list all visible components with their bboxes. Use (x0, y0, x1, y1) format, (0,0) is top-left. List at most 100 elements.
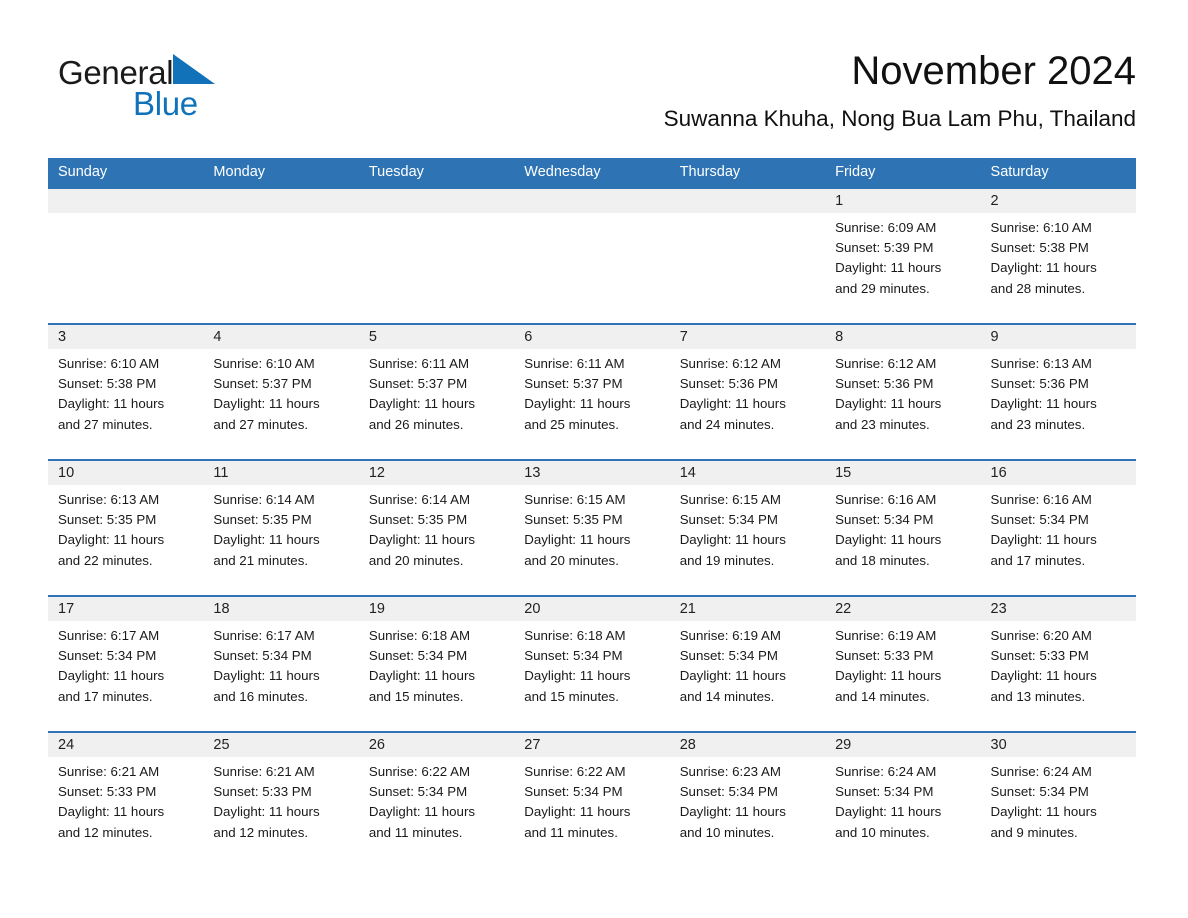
day-number[interactable]: 1 (825, 189, 980, 213)
day-number[interactable]: 30 (981, 733, 1136, 757)
sunset-text: Sunset: 5:34 PM (679, 648, 778, 664)
day-number[interactable]: 25 (203, 733, 358, 757)
day-number[interactable]: 22 (825, 597, 980, 621)
day-cell[interactable] (359, 213, 514, 323)
day-number[interactable]: 9 (981, 325, 1136, 349)
daylight-text-line2: and 20 minutes. (368, 552, 464, 568)
day-number[interactable]: 17 (48, 597, 203, 621)
day-cell[interactable]: Sunrise: 6:24 AM Sunset: 5:34 PM Dayligh… (981, 757, 1136, 867)
sunrise-text: Sunrise: 6:12 AM (679, 356, 781, 371)
day-cell[interactable]: Sunrise: 6:20 AM Sunset: 5:33 PM Dayligh… (981, 621, 1136, 731)
generalblue-logo[interactable]: General Blue (58, 52, 318, 132)
day-number[interactable]: 23 (981, 597, 1136, 621)
day-number[interactable] (514, 189, 669, 213)
sunset-text: Sunset: 5:34 PM (679, 784, 778, 800)
day-cell[interactable]: Sunrise: 6:21 AM Sunset: 5:33 PM Dayligh… (48, 757, 203, 867)
sunset-text: Sunset: 5:34 PM (524, 784, 623, 800)
day-number[interactable]: 2 (981, 189, 1136, 213)
day-cell[interactable]: Sunrise: 6:09 AM Sunset: 5:39 PM Dayligh… (825, 213, 980, 323)
day-number[interactable]: 16 (981, 461, 1136, 485)
day-number[interactable]: 7 (670, 325, 825, 349)
day-number[interactable]: 5 (359, 325, 514, 349)
day-cell[interactable]: Sunrise: 6:18 AM Sunset: 5:34 PM Dayligh… (359, 621, 514, 731)
day-cell[interactable]: Sunrise: 6:19 AM Sunset: 5:34 PM Dayligh… (670, 621, 825, 731)
day-cell[interactable]: Sunrise: 6:14 AM Sunset: 5:35 PM Dayligh… (203, 485, 358, 595)
sunset-text: Sunset: 5:35 PM (368, 512, 468, 528)
day-cell[interactable]: Sunrise: 6:12 AM Sunset: 5:36 PM Dayligh… (825, 349, 980, 459)
week-date-band: 17 18 19 20 21 22 23 (48, 597, 1136, 621)
sunset-text: Sunset: 5:34 PM (58, 648, 157, 664)
sunset-text: Sunset: 5:39 PM (835, 240, 934, 256)
daylight-text-line1: Daylight: 11 hours (990, 260, 1097, 276)
day-cell[interactable] (203, 213, 358, 323)
day-number[interactable]: 14 (670, 461, 825, 485)
sunset-text: Sunset: 5:37 PM (368, 376, 468, 392)
day-cell[interactable]: Sunrise: 6:16 AM Sunset: 5:34 PM Dayligh… (825, 485, 980, 595)
sunrise-text: Sunrise: 6:23 AM (679, 764, 781, 779)
day-number[interactable]: 28 (670, 733, 825, 757)
day-number[interactable]: 15 (825, 461, 980, 485)
daylight-text-line2: and 13 minutes. (990, 688, 1086, 704)
day-cell[interactable]: Sunrise: 6:17 AM Sunset: 5:34 PM Dayligh… (203, 621, 358, 731)
day-number[interactable]: 29 (825, 733, 980, 757)
daylight-text-line1: Daylight: 11 hours (990, 668, 1097, 684)
weekday-header-friday: Friday (835, 164, 876, 180)
day-number[interactable]: 19 (359, 597, 514, 621)
day-number[interactable]: 27 (514, 733, 669, 757)
day-cell[interactable]: Sunrise: 6:12 AM Sunset: 5:36 PM Dayligh… (670, 349, 825, 459)
day-cell[interactable]: Sunrise: 6:10 AM Sunset: 5:38 PM Dayligh… (48, 349, 203, 459)
day-cell[interactable]: Sunrise: 6:15 AM Sunset: 5:34 PM Dayligh… (670, 485, 825, 595)
day-number[interactable]: 10 (48, 461, 203, 485)
day-cell[interactable]: Sunrise: 6:11 AM Sunset: 5:37 PM Dayligh… (514, 349, 669, 459)
day-cell[interactable]: Sunrise: 6:16 AM Sunset: 5:34 PM Dayligh… (981, 485, 1136, 595)
sunset-text: Sunset: 5:34 PM (835, 784, 934, 800)
day-number[interactable]: 11 (203, 461, 358, 485)
day-cell[interactable]: Sunrise: 6:10 AM Sunset: 5:37 PM Dayligh… (203, 349, 358, 459)
day-number[interactable] (670, 189, 825, 213)
sunset-text: Sunset: 5:34 PM (368, 648, 468, 664)
day-cell[interactable]: Sunrise: 6:15 AM Sunset: 5:35 PM Dayligh… (514, 485, 669, 595)
day-cell[interactable]: Sunrise: 6:23 AM Sunset: 5:34 PM Dayligh… (670, 757, 825, 867)
daylight-text-line1: Daylight: 11 hours (990, 804, 1097, 820)
day-cell[interactable]: Sunrise: 6:19 AM Sunset: 5:33 PM Dayligh… (825, 621, 980, 731)
day-number[interactable]: 21 (670, 597, 825, 621)
day-number[interactable] (48, 189, 203, 213)
day-cell[interactable] (48, 213, 203, 323)
day-number[interactable]: 26 (359, 733, 514, 757)
day-number[interactable]: 8 (825, 325, 980, 349)
daylight-text-line1: Daylight: 11 hours (368, 804, 476, 820)
day-number[interactable]: 13 (514, 461, 669, 485)
day-number[interactable] (359, 189, 514, 213)
day-cell[interactable]: Sunrise: 6:13 AM Sunset: 5:35 PM Dayligh… (48, 485, 203, 595)
sunrise-text: Sunrise: 6:11 AM (524, 356, 625, 371)
day-number[interactable]: 24 (48, 733, 203, 757)
sunrise-text: Sunrise: 6:19 AM (835, 628, 937, 643)
day-cell[interactable] (514, 213, 669, 323)
day-cell[interactable]: Sunrise: 6:24 AM Sunset: 5:34 PM Dayligh… (825, 757, 980, 867)
day-number[interactable]: 18 (203, 597, 358, 621)
day-number[interactable] (203, 189, 358, 213)
day-cell[interactable] (670, 213, 825, 323)
day-number[interactable]: 3 (48, 325, 203, 349)
sunrise-text: Sunrise: 6:24 AM (835, 764, 937, 779)
day-cell[interactable]: Sunrise: 6:11 AM Sunset: 5:37 PM Dayligh… (359, 349, 514, 459)
day-number[interactable]: 4 (203, 325, 358, 349)
day-number[interactable]: 12 (359, 461, 514, 485)
triangle-icon (171, 52, 217, 101)
day-cell[interactable]: Sunrise: 6:10 AM Sunset: 5:38 PM Dayligh… (981, 213, 1136, 323)
day-cell[interactable]: Sunrise: 6:22 AM Sunset: 5:34 PM Dayligh… (514, 757, 669, 867)
day-number[interactable]: 20 (514, 597, 669, 621)
weekday-header-monday: Monday (213, 164, 266, 180)
day-cell[interactable]: Sunrise: 6:18 AM Sunset: 5:34 PM Dayligh… (514, 621, 669, 731)
day-cell[interactable]: Sunrise: 6:22 AM Sunset: 5:34 PM Dayligh… (359, 757, 514, 867)
day-cell[interactable]: Sunrise: 6:17 AM Sunset: 5:34 PM Dayligh… (48, 621, 203, 731)
week-detail-band: Sunrise: 6:10 AM Sunset: 5:38 PM Dayligh… (48, 349, 1136, 459)
title-block: November 2024 Suwanna Khuha, Nong Bua La… (664, 44, 1136, 136)
sunrise-text: Sunrise: 6:12 AM (835, 356, 937, 371)
day-cell[interactable]: Sunrise: 6:21 AM Sunset: 5:33 PM Dayligh… (203, 757, 358, 867)
day-number[interactable]: 6 (514, 325, 669, 349)
day-cell[interactable]: Sunrise: 6:14 AM Sunset: 5:35 PM Dayligh… (359, 485, 514, 595)
daylight-text-line1: Daylight: 11 hours (368, 396, 476, 412)
day-cell[interactable]: Sunrise: 6:13 AM Sunset: 5:36 PM Dayligh… (981, 349, 1136, 459)
daylight-text-line1: Daylight: 11 hours (679, 804, 786, 820)
